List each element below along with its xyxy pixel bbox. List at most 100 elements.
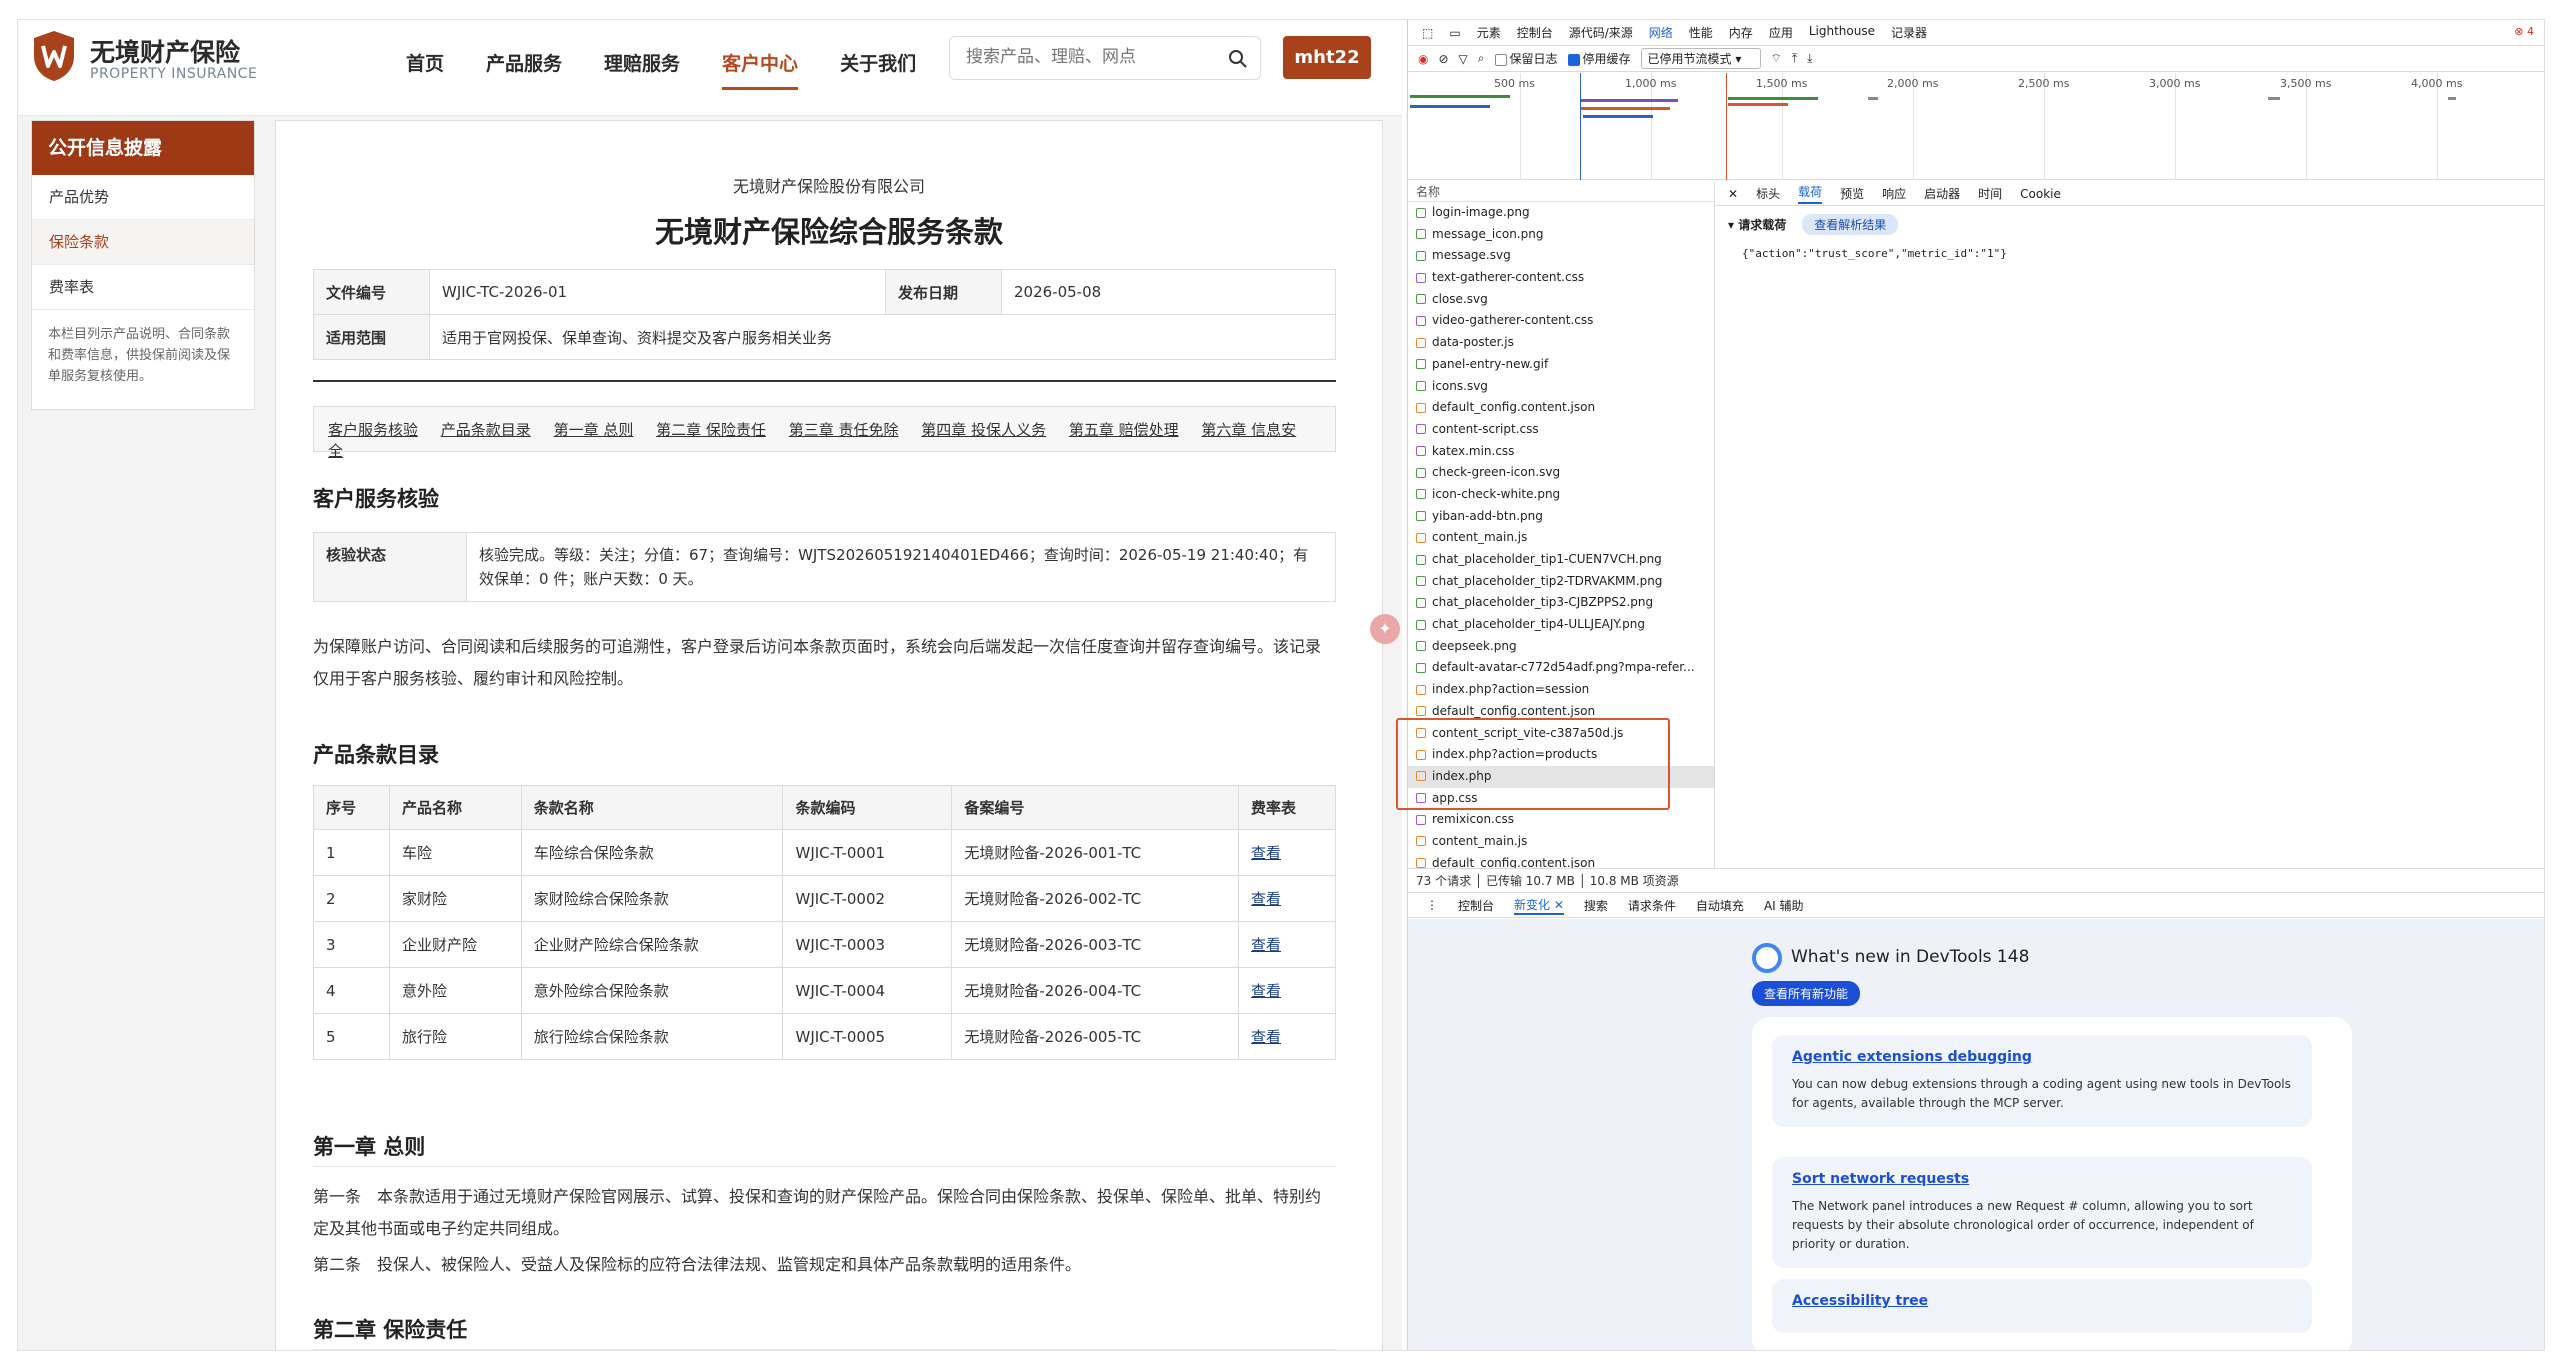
error-count-badge[interactable]: ⊗ 4 — [2514, 25, 2534, 38]
drawer-tab[interactable]: 控制台 — [1458, 897, 1494, 914]
user-account-button[interactable]: mht22 — [1283, 36, 1371, 79]
devtools-tab[interactable]: 控制台 — [1517, 24, 1553, 41]
detail-tab[interactable]: 时间 — [1978, 185, 2002, 202]
view-parsed-button[interactable]: 查看解析结果 — [1802, 214, 1899, 235]
disable-cache-checkbox[interactable] — [1567, 53, 1580, 66]
request-row[interactable]: close.svg — [1408, 289, 1714, 311]
view-rate-link[interactable]: 查看 — [1251, 936, 1281, 954]
request-row[interactable]: content_main.js — [1408, 831, 1714, 853]
sidebar-item-terms[interactable]: 保险条款 — [32, 220, 254, 265]
preserve-log-checkbox[interactable] — [1494, 53, 1507, 66]
request-row[interactable]: icon-check-white.png — [1408, 484, 1714, 506]
disable-cache-toggle[interactable]: 停用缓存 — [1567, 50, 1631, 67]
request-row[interactable]: content_main.js — [1408, 527, 1714, 549]
drawer-tab[interactable]: 请求条件 — [1628, 897, 1676, 914]
feature-link[interactable]: Sort network requests — [1792, 1171, 2292, 1187]
nav-home[interactable]: 首页 — [406, 48, 444, 90]
name-column-header[interactable]: 名称 — [1408, 182, 1714, 202]
request-row[interactable]: panel-entry-new.gif — [1408, 354, 1714, 376]
toc-link[interactable]: 客户服务核验 — [328, 421, 418, 439]
request-row[interactable]: chat_placeholder_tip3-CJBZPPS2.png — [1408, 592, 1714, 614]
request-row[interactable]: index.php?action=session — [1408, 679, 1714, 701]
nav-about[interactable]: 关于我们 — [840, 48, 916, 90]
toc-link[interactable]: 第三章 责任免除 — [789, 421, 899, 439]
drawer-tab[interactable]: 自动填充 — [1696, 897, 1744, 914]
drawer-tab[interactable]: 搜索 — [1584, 897, 1608, 914]
preserve-log-toggle[interactable]: 保留日志 — [1494, 50, 1558, 67]
wifi-icon[interactable]: ⌔ — [1771, 51, 1782, 66]
record-icon[interactable]: ◉ — [1418, 52, 1428, 66]
brand-name[interactable]: 无境财产保险 — [90, 33, 240, 69]
request-row[interactable]: chat_placeholder_tip1-CUEN7VCH.png — [1408, 549, 1714, 571]
drawer-menu-icon[interactable]: ⋮ — [1426, 898, 1438, 912]
drawer-tab[interactable]: 新变化 ✕ — [1514, 896, 1564, 915]
toc-link[interactable]: 第一章 总则 — [554, 421, 634, 439]
devtools-tab[interactable]: Lighthouse — [1809, 24, 1875, 41]
request-row[interactable]: katex.min.css — [1408, 441, 1714, 463]
upload-icon[interactable]: ⤒ — [1792, 51, 1797, 66]
nav-claims[interactable]: 理赔服务 — [604, 48, 680, 90]
devtools-tab[interactable]: 应用 — [1769, 24, 1793, 41]
drawer-tab[interactable]: AI 辅助 — [1764, 897, 1804, 914]
device-toggle-icon[interactable]: ▭ — [1449, 26, 1460, 40]
see-all-features-button[interactable]: 查看所有新功能 — [1752, 981, 1861, 1006]
feature-link[interactable]: Accessibility tree — [1792, 1293, 2292, 1309]
view-rate-link[interactable]: 查看 — [1251, 844, 1281, 862]
detail-tab[interactable]: 载荷 — [1798, 183, 1823, 204]
request-row[interactable]: default_config.content.json — [1408, 397, 1714, 419]
search-icon[interactable] — [1228, 49, 1248, 69]
detail-tab[interactable]: 预览 — [1840, 185, 1864, 202]
request-row[interactable]: login-image.png — [1408, 202, 1714, 224]
download-icon[interactable]: ⤓ — [1807, 51, 1812, 66]
request-row[interactable]: message.svg — [1408, 245, 1714, 267]
request-row[interactable]: default-avatar-c772d54adf.png?mpa-refer.… — [1408, 657, 1714, 679]
throttle-select[interactable]: 已停用节流模式 ▾ — [1640, 48, 1761, 69]
filter-icon[interactable]: ▽ — [1459, 52, 1468, 66]
nav-products[interactable]: 产品服务 — [486, 48, 562, 90]
feature-link[interactable]: Agentic extensions debugging — [1792, 1049, 2292, 1065]
devtools-tab[interactable]: 网络 — [1649, 24, 1673, 41]
devtools-tab[interactable]: 源代码/来源 — [1569, 24, 1633, 41]
network-timeline[interactable]: 500 ms 1,000 ms 1,500 ms 2,000 ms 2,500 ms 3,… — [1408, 73, 2544, 180]
view-rate-link[interactable]: 查看 — [1251, 890, 1281, 908]
devtools-tab[interactable]: 元素 — [1477, 24, 1501, 41]
devtools-tab[interactable]: 记录器 — [1891, 24, 1927, 41]
toc-link[interactable]: 产品条款目录 — [441, 421, 531, 439]
table-cell: WJIC-T-0004 — [782, 967, 953, 1014]
detail-tab[interactable]: Cookie — [2020, 187, 2061, 201]
detail-tab[interactable]: 标头 — [1756, 185, 1780, 202]
devtools-tab[interactable]: 内存 — [1729, 24, 1753, 41]
request-row[interactable]: video-gatherer-content.css — [1408, 310, 1714, 332]
request-row[interactable]: icons.svg — [1408, 376, 1714, 398]
detail-tab[interactable]: 响应 — [1882, 185, 1906, 202]
sidebar-item-rates[interactable]: 费率表 — [32, 265, 254, 310]
assistant-float-icon[interactable]: ✦ — [1370, 614, 1400, 644]
close-icon[interactable]: ✕ — [1728, 187, 1738, 201]
view-rate-link[interactable]: 查看 — [1251, 982, 1281, 1000]
search-input[interactable] — [966, 47, 1216, 67]
request-row[interactable]: yiban-add-btn.png — [1408, 506, 1714, 528]
inspect-icon[interactable]: ⬚ — [1422, 26, 1433, 40]
toc-link[interactable]: 第四章 投保人义务 — [921, 421, 1046, 439]
clear-icon[interactable]: ⊘ — [1438, 52, 1448, 66]
request-row[interactable]: chat_placeholder_tip4-ULLJEAJY.png — [1408, 614, 1714, 636]
toc-link[interactable]: 第二章 保险责任 — [656, 421, 766, 439]
request-row[interactable]: remixicon.css — [1408, 809, 1714, 831]
request-row[interactable]: chat_placeholder_tip2-TDRVAKMM.png — [1408, 571, 1714, 593]
nav-customer-center[interactable]: 客户中心 — [722, 48, 799, 90]
request-row[interactable]: deepseek.png — [1408, 636, 1714, 658]
devtools-tab[interactable]: 性能 — [1689, 24, 1713, 41]
view-rate-link[interactable]: 查看 — [1251, 1028, 1281, 1046]
request-row[interactable]: content-script.css — [1408, 419, 1714, 441]
request-row[interactable]: check-green-icon.svg — [1408, 462, 1714, 484]
request-row[interactable]: text-gatherer-content.css — [1408, 267, 1714, 289]
payload-body[interactable]: {"action":"trust_score","metric_id":"1"} — [1716, 243, 2544, 264]
search-icon[interactable]: ⌕ — [1478, 51, 1485, 66]
sidebar-item-advantages[interactable]: 产品优势 — [32, 175, 254, 220]
shield-logo-icon[interactable] — [33, 30, 75, 82]
toc-link[interactable]: 第五章 赔偿处理 — [1069, 421, 1179, 439]
request-row[interactable]: data-poster.js — [1408, 332, 1714, 354]
request-row[interactable]: message_icon.png — [1408, 224, 1714, 246]
payload-section[interactable]: ▾ 请求载荷 查看解析结果 — [1716, 206, 2544, 243]
detail-tab[interactable]: 启动器 — [1924, 185, 1960, 202]
